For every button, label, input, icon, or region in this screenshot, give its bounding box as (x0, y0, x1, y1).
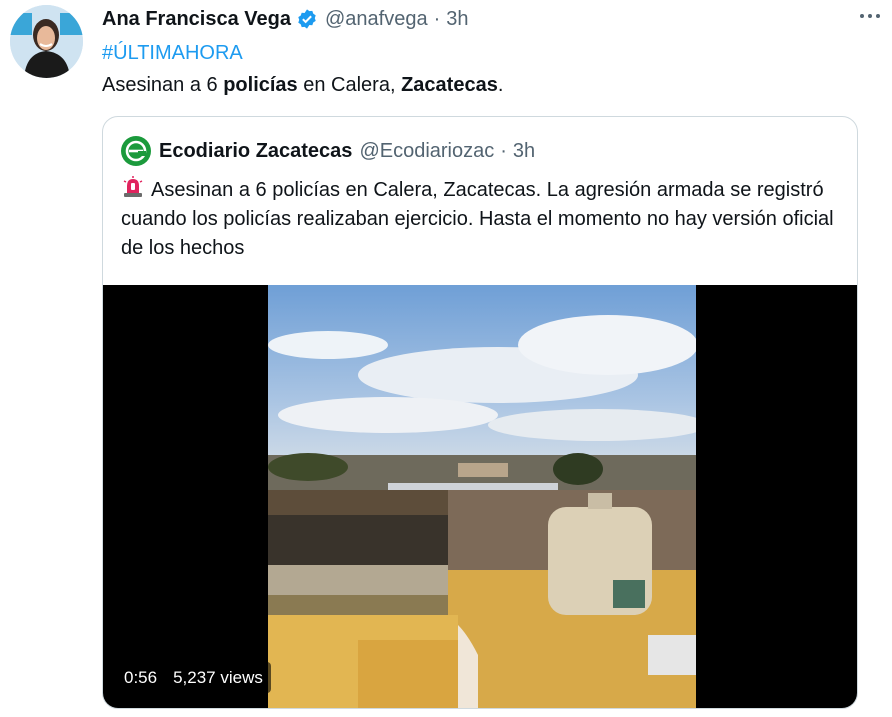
video-player[interactable]: 0:56 5,237 views (103, 285, 857, 708)
video-info-overlay: 0:56 5,237 views (116, 662, 271, 693)
quoted-tweet-header: Ecodiario Zacatecas @Ecodiariozac · 3h (121, 136, 535, 166)
police-siren-icon (121, 175, 145, 199)
author-avatar[interactable] (10, 5, 83, 78)
quoted-tweet[interactable]: Ecodiario Zacatecas @Ecodiariozac · 3h A… (102, 116, 858, 709)
author-name[interactable]: Ana Francisca Vega (102, 8, 291, 31)
tweet-header: Ana Francisca Vega @anafvega · 3h (102, 4, 880, 34)
hashtag-link[interactable]: #ÚLTIMAHORA (102, 41, 862, 65)
tweet-text: Asesinan a 6 policías en Calera, Zacatec… (102, 73, 862, 97)
quoted-text-content: Asesinan a 6 policías en Calera, Zacatec… (121, 179, 834, 259)
quoted-author-handle[interactable]: @Ecodiariozac (359, 140, 494, 163)
quoted-timestamp[interactable]: 3h (513, 140, 535, 163)
quoted-author-avatar[interactable] (121, 136, 151, 166)
tweet-text-bold: Zacatecas (401, 74, 498, 96)
video-frame[interactable] (268, 285, 696, 708)
tweet-text-part: en Calera, (297, 74, 402, 96)
verified-badge-icon (296, 8, 318, 30)
tweet-timestamp[interactable]: 3h (446, 8, 468, 31)
more-options-icon[interactable] (860, 14, 882, 22)
tweet-text-bold: policías (223, 74, 298, 96)
quoted-tweet-text: Asesinan a 6 policías en Calera, Zacatec… (121, 175, 841, 263)
author-handle[interactable]: @anafvega (325, 8, 428, 31)
tweet-text-part: . (497, 74, 504, 96)
quoted-author-name[interactable]: Ecodiario Zacatecas (159, 140, 352, 163)
separator-dot: · (433, 7, 441, 30)
tweet[interactable]: Ana Francisca Vega @anafvega · 3h #ÚLTIM… (102, 4, 880, 97)
video-views: 5,237 views (173, 667, 263, 687)
video-duration: 0:56 (124, 667, 158, 687)
separator-dot: · (500, 139, 507, 162)
tweet-text-part: Asesinan a 6 (102, 74, 224, 96)
